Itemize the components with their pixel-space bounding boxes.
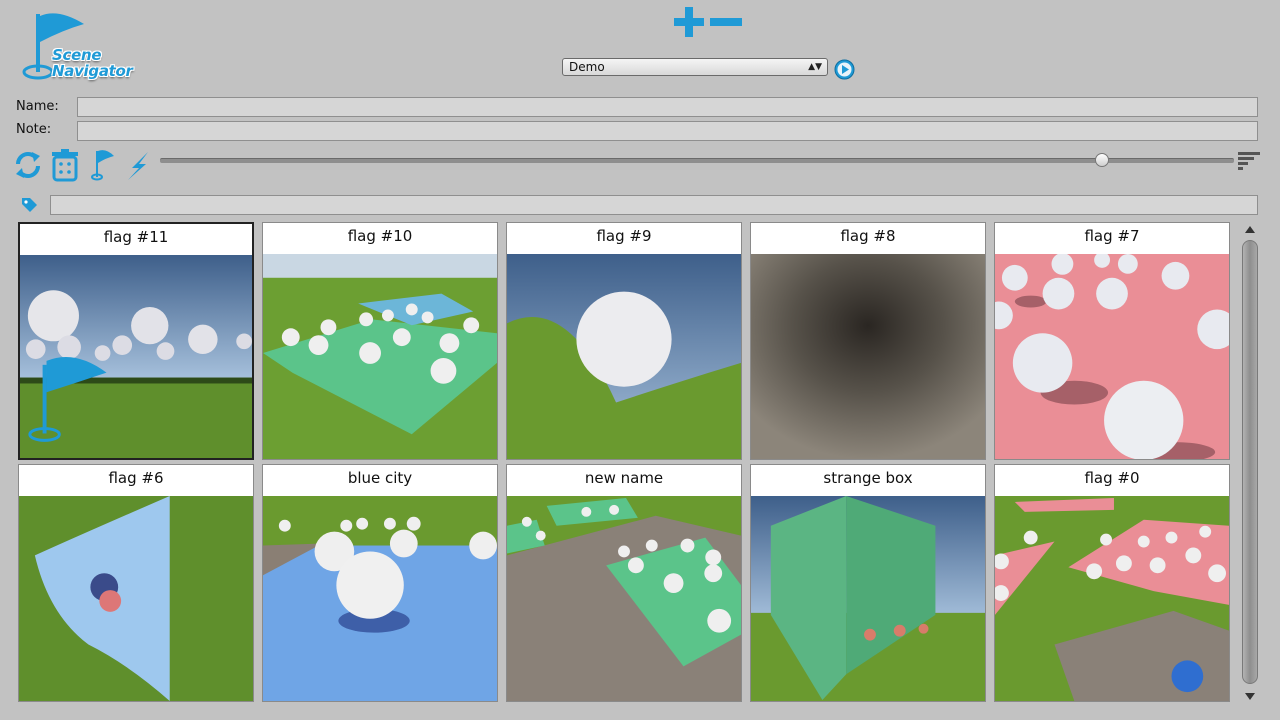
add-scene-button[interactable] — [674, 7, 704, 37]
scene-card-title: flag #0 — [995, 465, 1229, 497]
delete-button[interactable] — [50, 148, 80, 182]
scene-card-title: new name — [507, 465, 741, 497]
note-label: Note: — [16, 122, 52, 137]
scene-card-title: blue city — [263, 465, 497, 497]
scene-card-title: strange box — [751, 465, 985, 497]
scene-thumbnail — [263, 254, 497, 459]
zoom-slider-thumb[interactable] — [1094, 153, 1109, 167]
scene-card[interactable]: flag #6 — [18, 464, 254, 702]
scene-card[interactable]: flag #0 — [994, 464, 1230, 702]
scene-thumbnail — [263, 496, 497, 701]
name-field[interactable] — [77, 97, 1258, 117]
plus-icon — [674, 7, 704, 37]
chevron-down-icon — [1245, 693, 1255, 700]
flag-icon — [91, 150, 114, 181]
scene-grid: flag #11 flag #10 flag #9 flag #8 flag #… — [18, 222, 1232, 702]
tag-filter-button[interactable] — [20, 196, 38, 214]
scene-card[interactable]: flag #11 — [18, 222, 254, 460]
scroll-up-button[interactable] — [1242, 222, 1258, 236]
refresh-icon — [16, 152, 40, 178]
refresh-button[interactable] — [12, 148, 44, 182]
scene-card[interactable]: new name — [506, 464, 742, 702]
scene-thumbnail — [995, 496, 1229, 701]
scene-card-title: flag #8 — [751, 223, 985, 255]
sort-icon — [1238, 152, 1260, 170]
trash-icon — [52, 149, 78, 182]
remove-scene-button[interactable] — [710, 7, 742, 37]
play-icon — [834, 59, 855, 80]
scene-card[interactable]: flag #7 — [994, 222, 1230, 460]
minus-icon — [710, 18, 742, 26]
name-label: Name: — [16, 99, 59, 114]
scene-thumbnail — [751, 496, 985, 701]
updown-arrow-icon: ▲▼ — [808, 62, 822, 72]
add-flag-button[interactable] — [88, 148, 118, 182]
scene-card[interactable]: flag #8 — [750, 222, 986, 460]
scene-thumbnail — [751, 254, 985, 459]
scene-card-title: flag #6 — [19, 465, 253, 497]
sort-button[interactable] — [1238, 150, 1260, 170]
scene-card-title: flag #7 — [995, 223, 1229, 255]
scene-card-title: flag #9 — [507, 223, 741, 255]
quick-action-button[interactable] — [124, 150, 154, 182]
scene-dropdown[interactable]: Demo ▲▼ — [562, 58, 828, 76]
scene-card[interactable]: strange box — [750, 464, 986, 702]
scene-navigator-logo: Scene Navigator — [18, 8, 148, 88]
scene-thumbnail — [19, 496, 253, 701]
scene-card[interactable]: flag #9 — [506, 222, 742, 460]
tag-icon — [22, 198, 37, 212]
scene-dropdown-value: Demo — [569, 60, 605, 74]
play-button[interactable] — [834, 59, 855, 80]
lightning-icon — [128, 152, 148, 180]
note-field[interactable] — [77, 121, 1258, 141]
scene-thumbnail — [507, 496, 741, 701]
scene-thumbnail — [507, 254, 741, 459]
zoom-slider-track[interactable] — [160, 158, 1234, 163]
logo-text-navigator: Navigator — [52, 62, 133, 80]
scene-card[interactable]: blue city — [262, 464, 498, 702]
scroll-down-button[interactable] — [1242, 688, 1258, 702]
chevron-up-icon — [1245, 226, 1255, 233]
scene-card-title: flag #10 — [263, 223, 497, 255]
vertical-scrollbar-thumb[interactable] — [1242, 240, 1258, 684]
scene-card-title: flag #11 — [20, 224, 252, 256]
scene-card[interactable]: flag #10 — [262, 222, 498, 460]
scene-thumbnail — [20, 255, 252, 458]
scene-thumbnail — [995, 254, 1229, 459]
filter-field[interactable] — [50, 195, 1258, 215]
